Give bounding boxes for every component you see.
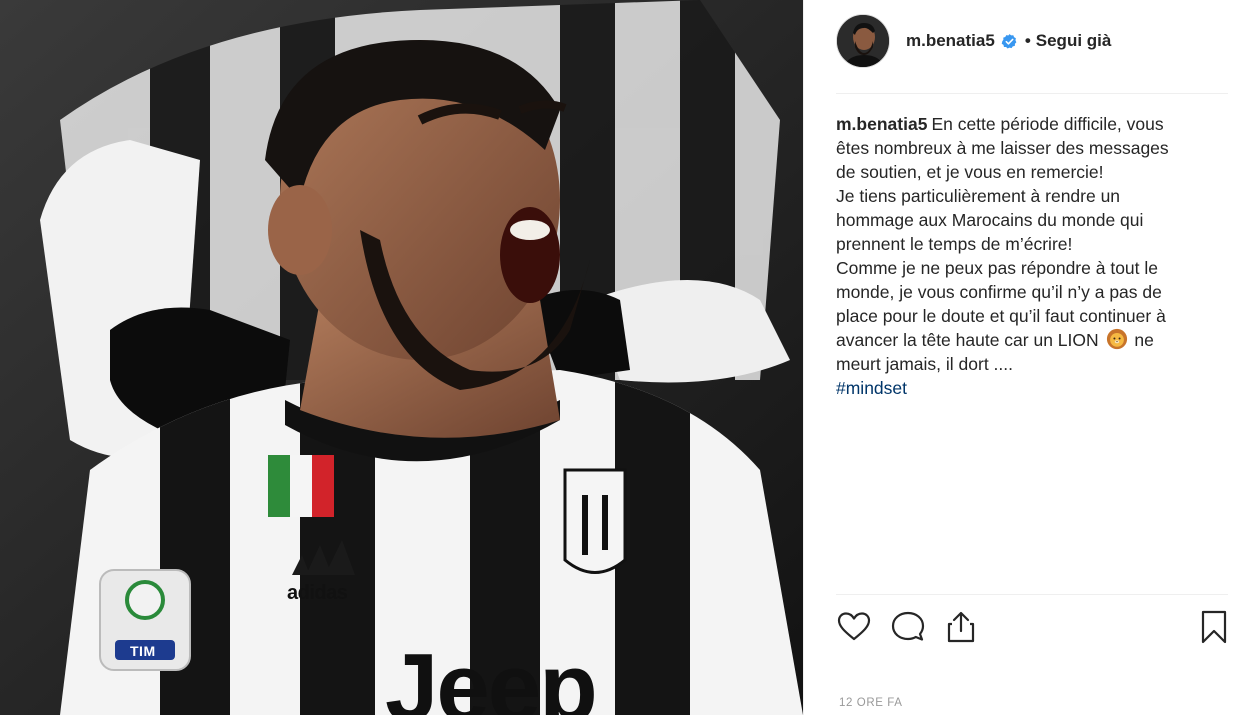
caption-text: avancer la tête haute car un LION [836,330,1099,350]
header-username[interactable]: m.benatia5 [906,31,995,51]
avatar-image [837,15,889,67]
post-photo[interactable]: adidas TIM Jeep [0,0,803,715]
caption-text: ne [1134,330,1154,350]
caption-username[interactable]: m.benatia5 [836,114,927,134]
bookmark-icon[interactable] [1196,609,1232,645]
share-icon[interactable] [943,609,979,645]
caption-text: En cette période difficile, vous [931,114,1164,134]
caption-line-6: prennent le temps de m’écrire! [836,234,1073,254]
photo-tim-text: TIM [130,643,156,659]
caption-line-2: êtes nombreux à me laisser des messages [836,138,1169,158]
heart-icon[interactable] [836,609,872,645]
photo-adidas-text: adidas [287,582,348,604]
post-caption: m.benatia5 En cette période difficile, vo… [836,112,1216,400]
verified-badge-icon [1001,33,1018,50]
caption-line-10: avancer la tête haute car un LION ne [836,328,1216,352]
caption-line-3: de soutien, et je vous en remercie! [836,162,1104,182]
caption-line-5: hommage aux Marocains du monde qui [836,210,1144,230]
caption-line-4: Je tiens particulièrement à rendre un [836,186,1121,206]
avatar[interactable] [836,14,890,68]
header-text: m.benatia5 • Segui già [906,31,1111,51]
post-header: m.benatia5 • Segui già [836,14,1228,94]
hashtag-link[interactable]: #mindset [836,376,1216,400]
caption-line-1: m.benatia5 En cette période difficile, vo… [836,112,1216,136]
caption-line-11: meurt jamais, il dort .... [836,354,1013,374]
comment-icon[interactable] [890,609,926,645]
photo-illustration [0,0,803,715]
photo-jeep-text: Jeep [385,634,598,715]
instagram-post: adidas TIM Jeep m.benatia5 • Segui già m… [0,0,1256,715]
caption-line-9: place pour le doute et qu’il faut contin… [836,306,1166,326]
header-separator: • [1024,31,1031,50]
post-side-panel: m.benatia5 • Segui già m.benatia5 En cett… [803,0,1256,715]
post-actions [836,594,1228,658]
following-button[interactable]: Segui già [1036,31,1112,51]
post-timestamp: 12 ORE FA [839,697,903,709]
caption-line-8: monde, je vous confirme qu’il n’y a pas … [836,282,1162,302]
lion-emoji [1106,328,1128,350]
caption-line-7: Comme je ne peux pas répondre à tout le [836,258,1158,278]
